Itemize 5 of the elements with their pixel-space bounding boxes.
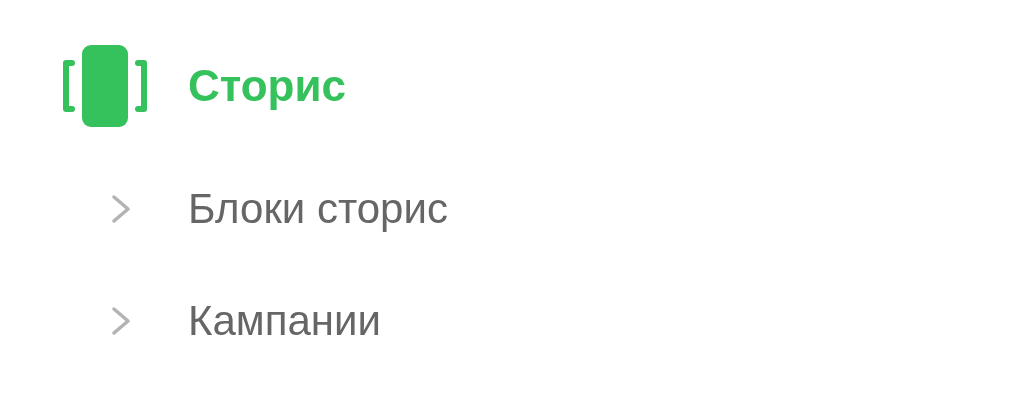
chevron-icon[interactable] bbox=[110, 193, 132, 225]
menu-item[interactable]: Кампании bbox=[188, 297, 381, 345]
stories-icon bbox=[60, 45, 150, 127]
chevron-icon[interactable] bbox=[110, 305, 132, 337]
menu-item[interactable]: Блоки сторис bbox=[188, 185, 448, 233]
